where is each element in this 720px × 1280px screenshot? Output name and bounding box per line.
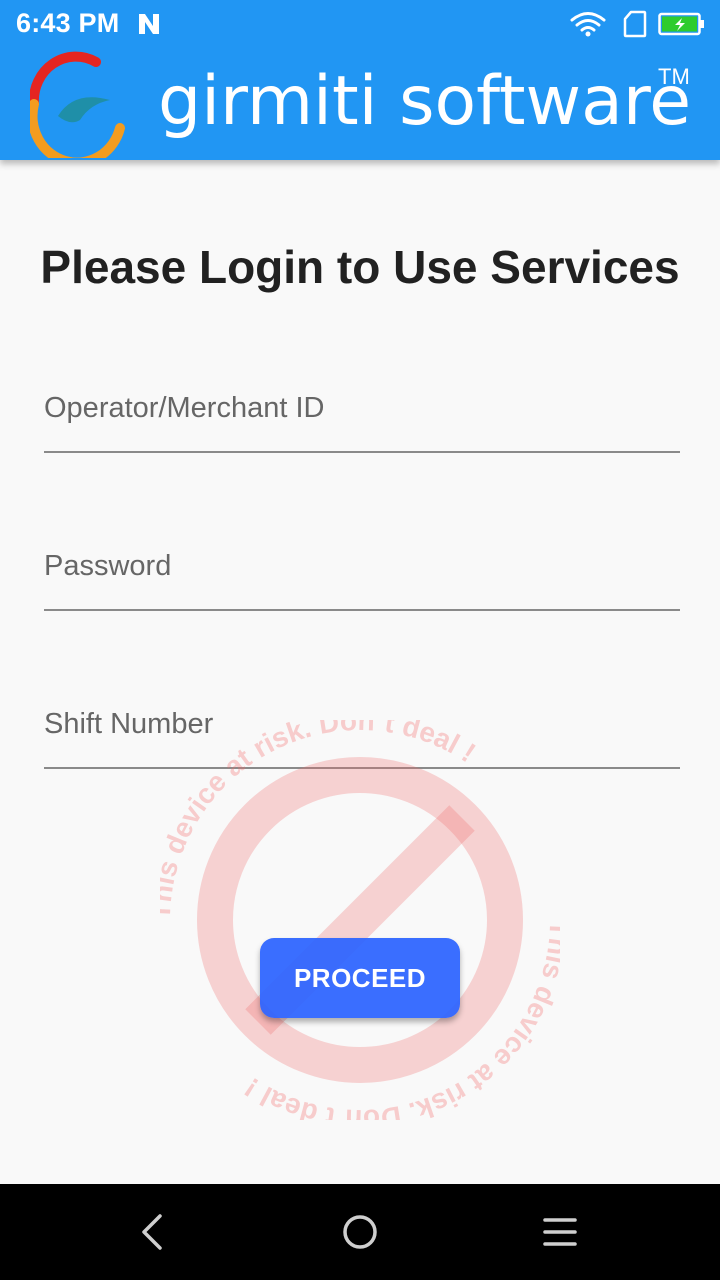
brand-logo [30, 51, 125, 158]
status-bar: 6:43 PM [0, 0, 720, 48]
wifi-icon [570, 12, 606, 37]
page-title: Please Login to Use Services [40, 241, 680, 293]
app-header: 6:43 PM girmiti software TM [0, 0, 720, 160]
system-nav-bar [0, 1184, 720, 1280]
brand-name: girmiti software [158, 62, 692, 141]
proceed-button[interactable]: PROCEED [260, 938, 460, 1018]
notification-n-icon [139, 14, 159, 34]
menu-icon[interactable] [540, 1212, 580, 1252]
shift-number-field-container [44, 689, 680, 769]
status-time: 6:43 PM [16, 8, 120, 38]
home-icon[interactable] [340, 1212, 380, 1252]
login-form: Please Login to Use Services This device… [0, 160, 720, 1184]
battery-charging-icon [658, 12, 704, 36]
password-input[interactable] [44, 541, 680, 591]
shift-number-input[interactable] [44, 699, 680, 749]
back-icon[interactable] [132, 1212, 172, 1252]
merchant-id-input[interactable] [44, 383, 680, 433]
risk-warning-watermark: This device at risk. Don`t deal ! This d… [160, 720, 560, 1120]
merchant-id-field-container [44, 373, 680, 453]
trademark-symbol: TM [658, 64, 690, 89]
password-field-container [44, 531, 680, 611]
sim-card-icon [623, 10, 647, 38]
